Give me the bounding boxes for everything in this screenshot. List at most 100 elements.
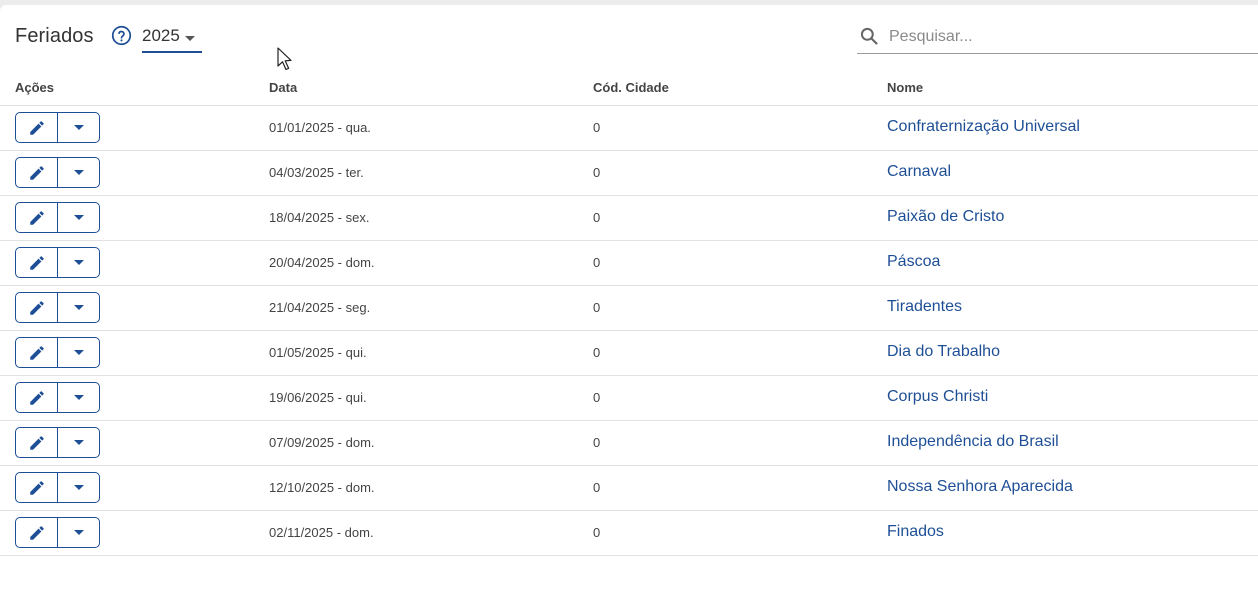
- caret-down-icon: [73, 440, 84, 445]
- row-actions: [15, 292, 100, 323]
- cell-nome-link[interactable]: Paixão de Cristo: [887, 208, 1004, 226]
- row-actions: [15, 472, 100, 503]
- cell-nome-link[interactable]: Corpus Christi: [887, 388, 988, 406]
- column-header-acoes[interactable]: Ações: [15, 80, 54, 95]
- edit-button[interactable]: [16, 248, 58, 277]
- more-actions-button[interactable]: [58, 113, 99, 142]
- more-actions-button[interactable]: [58, 518, 99, 547]
- table-row: 04/03/2025 - ter. 0 Carnaval: [0, 151, 1258, 196]
- more-actions-button[interactable]: [58, 338, 99, 367]
- cell-cod-cidade: 0: [593, 345, 601, 360]
- cell-cod-cidade: 0: [593, 300, 601, 315]
- edit-button[interactable]: [16, 428, 58, 457]
- year-select[interactable]: 2025: [142, 23, 202, 53]
- cell-data: 01/01/2025 - qua.: [269, 120, 371, 135]
- caret-down-icon: [73, 260, 84, 265]
- caret-down-icon: [73, 305, 84, 310]
- search-input[interactable]: [889, 25, 1249, 49]
- more-actions-button[interactable]: [58, 473, 99, 502]
- year-select-value: 2025: [142, 26, 180, 45]
- row-actions: [15, 112, 100, 143]
- table-row: 01/05/2025 - qui. 0 Dia do Trabalho: [0, 331, 1258, 376]
- row-actions: [15, 427, 100, 458]
- row-actions: [15, 337, 100, 368]
- edit-button[interactable]: [16, 113, 58, 142]
- table-body: 01/01/2025 - qua. 0 Confraternização Uni…: [0, 106, 1258, 556]
- cell-cod-cidade: 0: [593, 255, 601, 270]
- pencil-icon: [29, 120, 44, 135]
- pencil-icon: [29, 390, 44, 405]
- table-row: 19/06/2025 - qui. 0 Corpus Christi: [0, 376, 1258, 421]
- cell-cod-cidade: 0: [593, 165, 601, 180]
- edit-button[interactable]: [16, 293, 58, 322]
- table-row: 07/09/2025 - dom. 0 Independência do Bra…: [0, 421, 1258, 466]
- pencil-icon: [29, 210, 44, 225]
- cell-cod-cidade: 0: [593, 210, 601, 225]
- table-row: 02/11/2025 - dom. 0 Finados: [0, 511, 1258, 556]
- search-box: [857, 23, 1258, 54]
- row-actions: [15, 202, 100, 233]
- cell-cod-cidade: 0: [593, 525, 601, 540]
- caret-down-icon: [73, 350, 84, 355]
- cell-data: 04/03/2025 - ter.: [269, 165, 364, 180]
- more-actions-button[interactable]: [58, 248, 99, 277]
- cell-data: 02/11/2025 - dom.: [269, 525, 374, 540]
- cell-data: 21/04/2025 - seg.: [269, 300, 371, 315]
- pencil-icon: [29, 480, 44, 495]
- pencil-icon: [29, 255, 44, 270]
- caret-down-icon: [73, 125, 84, 130]
- table-row: 12/10/2025 - dom. 0 Nossa Senhora Aparec…: [0, 466, 1258, 511]
- edit-button[interactable]: [16, 203, 58, 232]
- row-actions: [15, 157, 100, 188]
- edit-button[interactable]: [16, 473, 58, 502]
- edit-button[interactable]: [16, 158, 58, 187]
- help-circle-icon[interactable]: [111, 25, 132, 46]
- more-actions-button[interactable]: [58, 293, 99, 322]
- more-actions-button[interactable]: [58, 158, 99, 187]
- page-title: Feriados: [15, 25, 94, 47]
- edit-button[interactable]: [16, 518, 58, 547]
- cell-data: 12/10/2025 - dom.: [269, 480, 375, 495]
- caret-down-icon: [73, 215, 84, 220]
- caret-down-icon: [185, 36, 195, 41]
- cell-data: 20/04/2025 - dom.: [269, 255, 375, 270]
- cell-cod-cidade: 0: [593, 435, 601, 450]
- row-actions: [15, 247, 100, 278]
- more-actions-button[interactable]: [58, 383, 99, 412]
- column-header-data[interactable]: Data: [269, 80, 297, 95]
- table-row: 20/04/2025 - dom. 0 Páscoa: [0, 241, 1258, 286]
- table-row: 18/04/2025 - sex. 0 Paixão de Cristo: [0, 196, 1258, 241]
- table-row: 01/01/2025 - qua. 0 Confraternização Uni…: [0, 106, 1258, 151]
- caret-down-icon: [73, 485, 84, 490]
- holidays-table: Ações Data Cód. Cidade Nome 01/01/2025 -…: [0, 65, 1258, 556]
- pencil-icon: [29, 345, 44, 360]
- more-actions-button[interactable]: [58, 428, 99, 457]
- table-row: 21/04/2025 - seg. 0 Tiradentes: [0, 286, 1258, 331]
- pencil-icon: [29, 300, 44, 315]
- row-actions: [15, 517, 100, 548]
- pencil-icon: [29, 525, 44, 540]
- caret-down-icon: [73, 530, 84, 535]
- column-header-cod-cidade[interactable]: Cód. Cidade: [593, 80, 669, 95]
- cell-nome-link[interactable]: Tiradentes: [887, 298, 962, 316]
- pencil-icon: [29, 165, 44, 180]
- edit-button[interactable]: [16, 383, 58, 412]
- cell-nome-link[interactable]: Carnaval: [887, 163, 951, 181]
- table-header: Ações Data Cód. Cidade Nome: [0, 65, 1258, 106]
- cell-nome-link[interactable]: Nossa Senhora Aparecida: [887, 478, 1073, 496]
- cell-nome-link[interactable]: Páscoa: [887, 253, 940, 271]
- cell-nome-link[interactable]: Confraternização Universal: [887, 118, 1080, 136]
- cell-nome-link[interactable]: Independência do Brasil: [887, 433, 1059, 451]
- cell-data: 07/09/2025 - dom.: [269, 435, 375, 450]
- row-actions: [15, 382, 100, 413]
- cell-nome-link[interactable]: Finados: [887, 523, 944, 541]
- edit-button[interactable]: [16, 338, 58, 367]
- caret-down-icon: [73, 170, 84, 175]
- cell-data: 01/05/2025 - qui.: [269, 345, 367, 360]
- column-header-nome[interactable]: Nome: [887, 80, 923, 95]
- cell-nome-link[interactable]: Dia do Trabalho: [887, 343, 1000, 361]
- cell-cod-cidade: 0: [593, 120, 601, 135]
- caret-down-icon: [73, 395, 84, 400]
- more-actions-button[interactable]: [58, 203, 99, 232]
- cell-cod-cidade: 0: [593, 390, 601, 405]
